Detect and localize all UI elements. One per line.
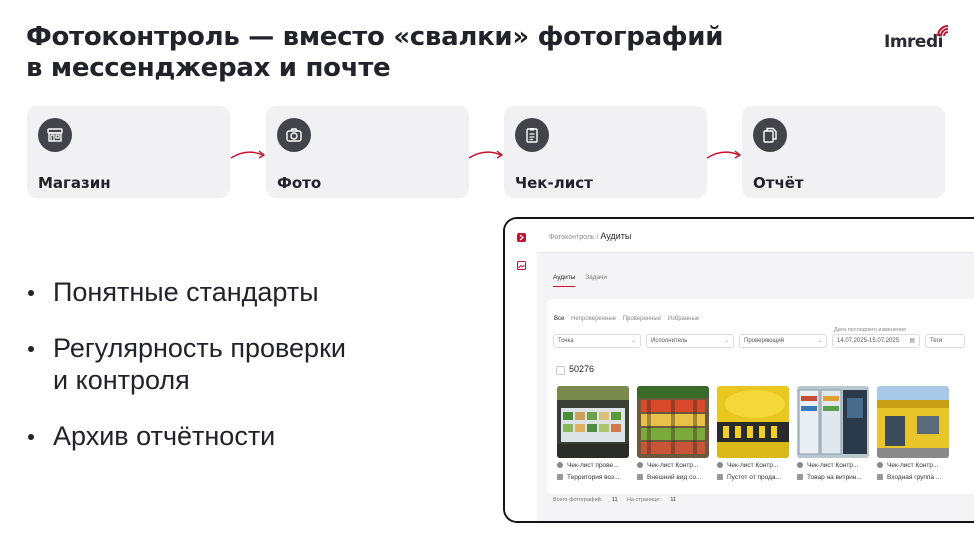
executor-select-label: Исполнитель	[651, 338, 688, 344]
bullet-item: Понятные стандарты	[26, 276, 466, 308]
step-checklist: Чек-лист	[504, 106, 707, 198]
arrow-icon	[706, 150, 742, 159]
chevron-down-icon: ⌄	[816, 338, 822, 344]
breadcrumb-parent[interactable]: Фотоконтроль /	[549, 234, 598, 241]
per-page-value[interactable]: 11	[670, 497, 676, 503]
breadcrumb: Фотоконтроль / Аудиты	[549, 231, 631, 241]
total-label: Всего фотографий:	[553, 497, 603, 503]
signal-icon	[937, 25, 949, 37]
photo-caption-checklist: Чек-лист Контр...	[797, 462, 873, 469]
arrow-icon	[468, 150, 504, 159]
step-photo: Фото	[266, 106, 469, 198]
filter-tab-all[interactable]: Все	[554, 316, 564, 322]
photo-thumbnail[interactable]	[797, 386, 869, 458]
photo-thumbnail[interactable]	[717, 386, 789, 458]
photo-caption-item: Товар на витрин...	[797, 474, 873, 481]
arrow-icon	[230, 150, 266, 159]
executor-select[interactable]: Исполнитель ⌄	[646, 334, 734, 348]
date-filter-input[interactable]: 14.07.2025-15.07.2025 ▦	[832, 334, 920, 348]
per-page-label: На странице:	[627, 497, 661, 503]
app-topbar: Фотоконтроль / Аудиты	[537, 219, 974, 253]
calendar-icon: ▦	[909, 338, 915, 344]
chevron-down-icon: ⌄	[630, 338, 636, 344]
photo-caption-checklist: Чек-лист Контр...	[717, 462, 793, 469]
photo-caption-checklist: Чек-лист Контр...	[637, 462, 713, 469]
slide-title: Фотоконтроль — вместо «свалки» фотографи…	[26, 22, 826, 84]
logo-text: Imredi	[884, 32, 943, 52]
pagination-footer: Всего фотографий: 11 На странице: 11	[553, 497, 684, 503]
step-label: Чек-лист	[515, 174, 593, 192]
filter-tab-unchecked[interactable]: Непроверенные	[571, 316, 616, 322]
photo-caption-checklist: Чек-лист прове...	[557, 462, 633, 469]
chevron-down-icon: ⌄	[723, 338, 729, 344]
point-select[interactable]: Точка ⌄	[553, 334, 641, 348]
photo-thumbnail[interactable]	[557, 386, 629, 458]
app-logo-icon[interactable]	[517, 233, 526, 242]
title-line-1: Фотоконтроль — вместо «свалки» фотографи…	[26, 22, 724, 52]
photo-thumbnail[interactable]	[637, 386, 709, 458]
image-icon[interactable]	[517, 261, 526, 270]
breadcrumb-current: Аудиты	[600, 231, 632, 241]
step-label: Магазин	[38, 174, 111, 192]
reviewer-select[interactable]: Проверяющий ⌄	[739, 334, 827, 348]
bullet-item: Архив отчётности	[26, 420, 466, 452]
photo-caption-item: Территория воз...	[557, 474, 633, 481]
filter-tab-checked[interactable]: Проверенные	[623, 316, 661, 322]
reviewer-select-label: Проверяющий	[744, 338, 785, 344]
store-icon	[38, 118, 72, 152]
filter-tab-favorites[interactable]: Избранные	[668, 316, 699, 322]
tab-audits[interactable]: Аудиты	[553, 274, 576, 287]
step-report: Отчёт	[742, 106, 945, 198]
date-filter-value: 14.07.2025-15.07.2025	[837, 338, 900, 344]
step-store: Магазин	[27, 106, 230, 198]
point-select-label: Точка	[558, 338, 574, 344]
step-label: Отчёт	[753, 174, 804, 192]
bullet-list: Понятные стандарты Регулярность проверки…	[26, 276, 466, 476]
bullet-item: Регулярность проверки и контроля	[26, 332, 466, 396]
photo-caption-checklist: Чек-лист Контр...	[877, 462, 953, 469]
app-screenshot: Фотоконтроль / Аудиты Аудиты Задачи Все …	[503, 217, 974, 523]
tab-tasks[interactable]: Задачи	[585, 274, 607, 286]
audit-card: Все Непроверенные Проверенные Избранные …	[547, 299, 974, 494]
report-icon	[753, 118, 787, 152]
photo-caption-item: Пустот от прода...	[717, 474, 793, 481]
app-tabs: Аудиты Задачи	[553, 274, 615, 287]
checklist-icon	[515, 118, 549, 152]
filter-tabs: Все Непроверенные Проверенные Избранные	[554, 316, 704, 322]
tags-select-label: Теги	[930, 338, 943, 344]
camera-icon	[277, 118, 311, 152]
photo-count: 50276	[569, 364, 595, 374]
total-value: 11	[611, 497, 618, 503]
tags-select[interactable]: Теги	[925, 334, 965, 348]
date-filter-label: Дата последнего изменения	[834, 327, 907, 333]
photo-caption-item: Внешний вид со...	[637, 474, 713, 481]
title-line-2: в мессенджерах и почте	[26, 53, 391, 83]
select-all-checkbox[interactable]	[556, 366, 565, 375]
app-sidebar	[505, 219, 537, 521]
photo-caption-item: Входная группа ...	[877, 474, 953, 481]
brand-logo: Imredi	[884, 25, 954, 54]
photo-thumbnail[interactable]	[877, 386, 949, 458]
step-label: Фото	[277, 174, 322, 192]
